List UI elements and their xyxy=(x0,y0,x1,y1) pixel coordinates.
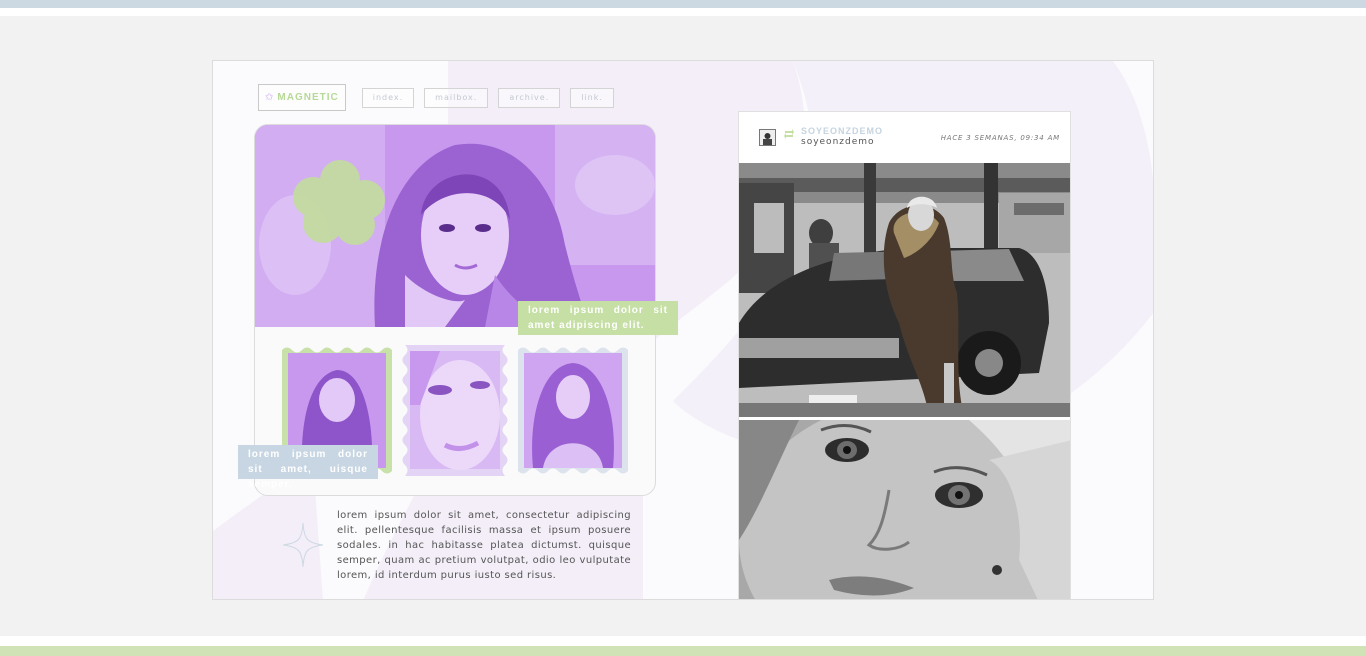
hero-image xyxy=(255,125,655,327)
top-gap xyxy=(0,8,1366,16)
caption-blue: lorem ipsum dolor sit amet, uisque sempe… xyxy=(238,445,378,490)
post-card: SOYEONZDEMO soyeonzdemo HACE 3 SEMANAS, … xyxy=(738,111,1071,599)
brand-logo[interactable]: ✩ MAGNETIC xyxy=(258,84,346,111)
nav-link-link[interactable]: link. xyxy=(570,87,614,108)
sparkle-icon xyxy=(283,523,323,567)
top-stripe xyxy=(0,0,1366,8)
bottom-stripe xyxy=(0,646,1366,656)
post-timestamp[interactable]: HACE 3 SEMANAS, 09:34 AM xyxy=(941,134,1060,142)
stamp-photo-3 xyxy=(518,345,628,476)
star-icon: ✩ xyxy=(265,92,274,103)
reblog-icon xyxy=(784,129,794,139)
stamp-photo-2 xyxy=(400,345,510,476)
bottom-gap xyxy=(0,636,1366,646)
post-photo-gas-station xyxy=(739,163,1070,417)
post-photo-portrait xyxy=(739,420,1070,599)
post-username[interactable]: SOYEONZDEMO xyxy=(801,126,883,136)
caption-green: lorem ipsum dolor sit amet adipiscing el… xyxy=(518,301,678,335)
theme-frame: ✩ MAGNETIC index. mailbox. archive. link… xyxy=(212,60,1154,600)
nav-link-archive[interactable]: archive. xyxy=(498,87,561,108)
top-nav: ✩ MAGNETIC index. mailbox. archive. link… xyxy=(258,84,614,111)
avatar[interactable] xyxy=(759,129,776,146)
post-username-sub[interactable]: soyeonzdemo xyxy=(801,137,875,147)
body-text: lorem ipsum dolor sit amet, consectetur … xyxy=(337,510,631,580)
nav-link-mailbox[interactable]: mailbox. xyxy=(424,87,489,108)
nav-link-index[interactable]: index. xyxy=(361,87,415,108)
post-header: SOYEONZDEMO soyeonzdemo HACE 3 SEMANAS, … xyxy=(739,112,1070,162)
brand-label: MAGNETIC xyxy=(277,92,339,103)
